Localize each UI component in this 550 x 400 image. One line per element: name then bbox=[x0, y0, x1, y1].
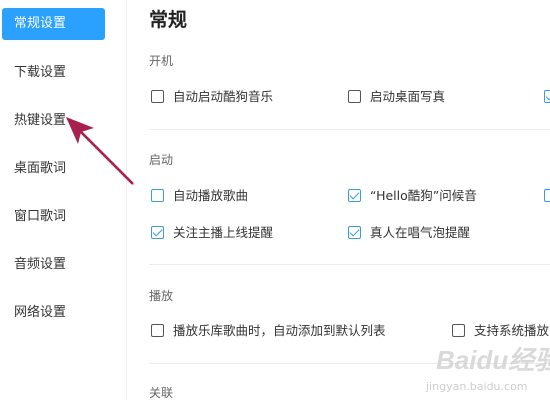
checkbox-box[interactable] bbox=[544, 90, 550, 103]
checkbox-label: “Hello酷狗”问候音 bbox=[370, 188, 477, 203]
checkbox-add-to-default-list[interactable]: 播放乐库歌曲时，自动添加到默认列表 bbox=[151, 322, 441, 340]
checkbox-box[interactable] bbox=[348, 90, 361, 103]
sidebar-item-general[interactable]: 常规设置 bbox=[2, 8, 105, 40]
checkbox-autoplay[interactable]: 自动播放歌曲 bbox=[151, 187, 341, 205]
checkbox-label: 支持系统播放 bbox=[474, 323, 550, 338]
watermark-url: jingyan.baidu.com bbox=[426, 380, 528, 393]
watermark-logo: Baidu经验 bbox=[436, 345, 550, 375]
checkbox-box[interactable] bbox=[452, 324, 465, 337]
checkbox-cut-off[interactable] bbox=[544, 88, 550, 106]
section-divider bbox=[149, 129, 550, 130]
checkbox-label: 启动桌面写真 bbox=[370, 89, 446, 104]
sidebar-divider bbox=[126, 0, 127, 400]
checkbox-box[interactable] bbox=[348, 226, 361, 239]
settings-window: 常规设置 下载设置 热键设置 桌面歌词 窗口歌词 音频设置 网络设置 常规 开机… bbox=[0, 0, 550, 400]
section-title-launch: 启动 bbox=[149, 153, 174, 167]
checkbox-live-singing-bubble[interactable]: 真人在唱气泡提醒 bbox=[348, 224, 538, 242]
checkbox-box[interactable] bbox=[151, 90, 164, 103]
checkbox-hello-greeting[interactable]: “Hello酷狗”问候音 bbox=[348, 187, 538, 205]
checkbox-label: 自动启动酷狗音乐 bbox=[173, 89, 274, 104]
checkbox-label: 关注主播上线提醒 bbox=[173, 225, 274, 240]
checkbox-box[interactable] bbox=[151, 324, 164, 337]
checkbox-box[interactable] bbox=[544, 189, 550, 202]
checkbox-autostart[interactable]: 自动启动酷狗音乐 bbox=[151, 88, 341, 106]
checkbox-cut-off[interactable] bbox=[544, 187, 550, 205]
section-title-startup: 开机 bbox=[149, 54, 174, 68]
baidu-watermark: Baidu经验 jingyan.baidu.com bbox=[420, 340, 550, 400]
sidebar-item-network[interactable]: 网络设置 bbox=[2, 297, 105, 329]
section-divider bbox=[149, 264, 550, 265]
sidebar-item-window-lyrics[interactable]: 窗口歌词 bbox=[2, 201, 105, 233]
section-title-association: 关联 bbox=[149, 386, 174, 400]
annotation-arrow-icon bbox=[66, 117, 135, 186]
checkbox-desktop-portrait[interactable]: 启动桌面写真 bbox=[348, 88, 538, 106]
checkbox-anchor-online[interactable]: 关注主播上线提醒 bbox=[151, 224, 341, 242]
checkbox-box[interactable] bbox=[348, 189, 361, 202]
section-title-playback: 播放 bbox=[149, 289, 174, 303]
checkbox-label: 自动播放歌曲 bbox=[173, 188, 249, 203]
page-title: 常规 bbox=[149, 9, 188, 31]
checkbox-label: 播放乐库歌曲时，自动添加到默认列表 bbox=[173, 323, 386, 338]
sidebar-item-download[interactable]: 下载设置 bbox=[2, 57, 105, 89]
settings-sidebar: 常规设置 下载设置 热键设置 桌面歌词 窗口歌词 音频设置 网络设置 bbox=[0, 0, 112, 400]
sidebar-item-audio[interactable]: 音频设置 bbox=[2, 249, 105, 281]
checkbox-box[interactable] bbox=[151, 226, 164, 239]
checkbox-box[interactable] bbox=[151, 189, 164, 202]
checkbox-label: 真人在唱气泡提醒 bbox=[370, 225, 471, 240]
checkbox-system-playback[interactable]: 支持系统播放 bbox=[452, 322, 550, 340]
